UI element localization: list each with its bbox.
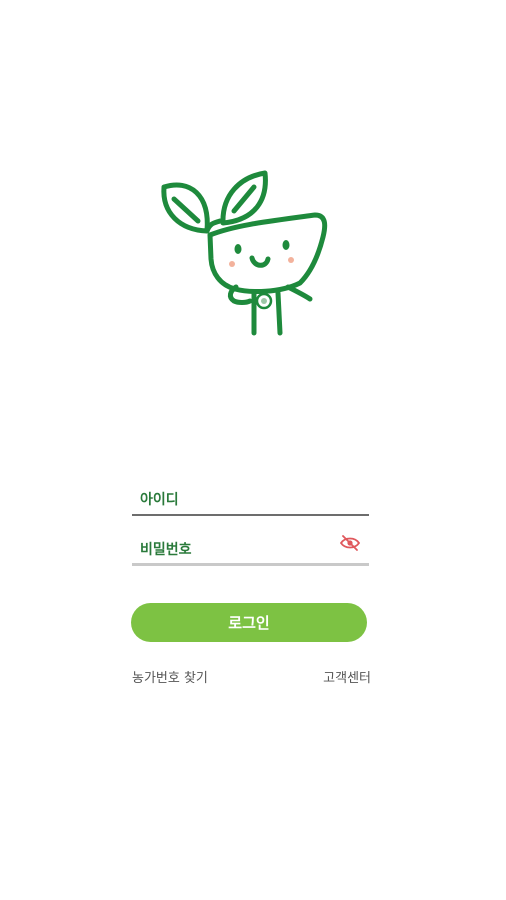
customer-center-link[interactable]: 고객센터 (323, 667, 371, 686)
password-field[interactable] (132, 534, 369, 566)
id-underline (132, 514, 369, 516)
eye-slash-icon[interactable] (339, 534, 361, 552)
sprout-mascot-icon (161, 170, 328, 336)
id-field[interactable] (132, 484, 369, 516)
password-underline (132, 563, 369, 566)
id-input[interactable] (132, 484, 369, 516)
find-farm-number-link[interactable]: 농가번호 찾기 (132, 667, 208, 686)
password-input[interactable] (132, 534, 369, 566)
login-button[interactable]: 로그인 (131, 603, 367, 642)
